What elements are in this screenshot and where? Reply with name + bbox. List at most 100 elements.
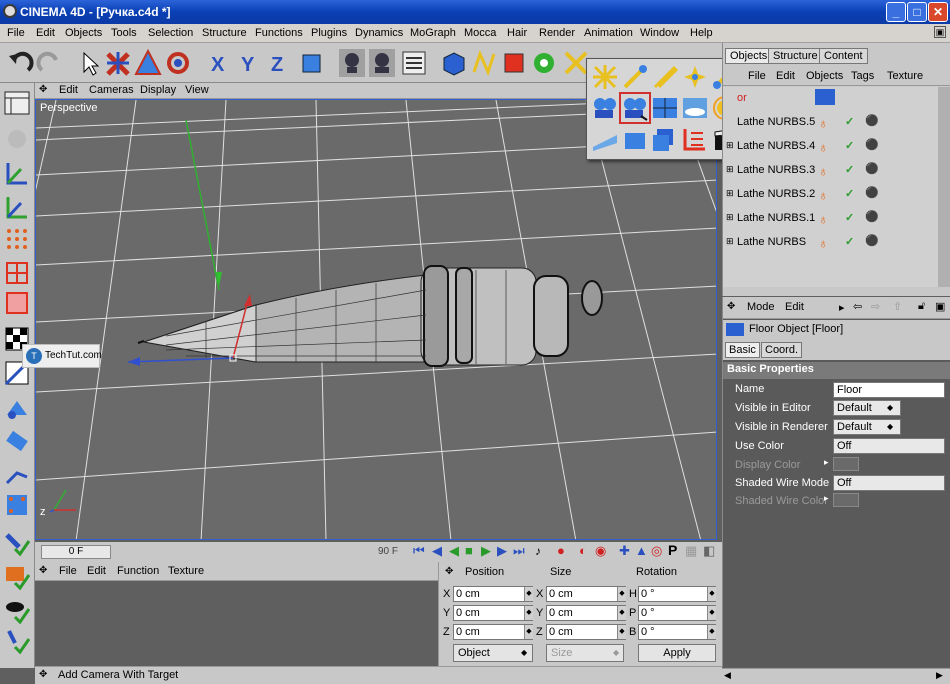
scale-key-icon[interactable]: ▲ [635,543,648,558]
material-menu-edit[interactable]: Edit [87,565,106,577]
sky-icon[interactable] [681,94,709,122]
tab-content[interactable]: Content [819,48,868,64]
size-x-spinner[interactable]: ◆ [617,587,626,601]
pos-y-field[interactable]: 0 cm [453,605,533,621]
target-camera-icon[interactable] [619,92,651,124]
pla-key-icon[interactable]: ▦ [685,543,697,559]
object-axis-icon[interactable] [3,159,31,187]
expand-icon[interactable]: ⊞ [726,140,734,151]
background-icon[interactable] [651,125,679,153]
undo-icon[interactable] [6,48,34,78]
obj-menu-objects[interactable]: Objects [806,70,843,82]
name-field[interactable]: Floor [833,382,945,398]
attribute-horizontal-scrollbar[interactable]: ◀ ▶ [722,668,950,684]
minimize-button[interactable]: _ [886,2,906,22]
position-key-icon[interactable]: ✚ [619,543,630,559]
menu-help[interactable]: Help [690,27,713,39]
play-reverse-icon[interactable]: ◀ [449,543,459,559]
next-key-icon[interactable]: ▶ [497,543,507,559]
timeline-settings-icon[interactable]: ◧ [703,543,715,559]
menu-plugins[interactable]: Plugins [311,27,347,39]
stop-icon[interactable]: ■ [465,543,473,558]
nurbs-icon[interactable] [500,48,528,78]
shaded-wire-color-swatch[interactable] [833,493,859,507]
play-icon[interactable]: ▶ [481,543,491,559]
list-item[interactable]: ⊞ Lathe NURBS.4 ♁ ✓ ⚫ [723,135,938,159]
attr-menu-edit[interactable]: Edit [785,301,804,313]
texture-axis-icon[interactable] [3,193,31,221]
obj-menu-texture[interactable]: Texture [887,70,923,82]
move-icon[interactable] [104,48,132,78]
phong-tag-icon[interactable]: ⚫ [865,210,879,223]
goto-end-icon[interactable]: ⏭ [513,543,525,559]
restore-doc-icon[interactable]: ▣ [934,26,946,38]
record-icon[interactable]: ● [557,543,565,558]
list-item[interactable]: ⊞ Lathe NURBS.2 ♁ ✓ ⚫ [723,183,938,207]
spot-light-icon[interactable] [621,63,649,91]
phong-tag-icon[interactable]: ⚫ [865,138,879,151]
menu-mograph[interactable]: MoGraph [410,27,456,39]
list-item[interactable]: ⊞ Lathe NURBS.3 ♁ ✓ ⚫ [723,159,938,183]
keyframe-sel-icon[interactable]: ◉ [595,543,606,559]
obj-menu-file[interactable]: File [748,70,766,82]
shaded-wire-mode-select[interactable]: Off [833,475,945,491]
animation-mode-icon[interactable] [3,395,31,423]
render-view-icon[interactable] [338,48,366,78]
coord-nav-icon[interactable]: ✥ [445,566,453,577]
new-window-icon[interactable]: ▣ [935,300,945,313]
menu-selection[interactable]: Selection [148,27,193,39]
size-z-spinner[interactable]: ◆ [617,625,626,639]
enabled-check-icon[interactable]: ✓ [845,235,854,248]
back-icon[interactable]: ⇦ [853,300,862,313]
viewport-menu-cameras[interactable]: Cameras [89,84,134,96]
material-menu-texture[interactable]: Texture [168,565,204,577]
rot-h-spinner[interactable]: ◆ [707,587,716,601]
brush-check-icon[interactable] [3,563,31,591]
menu-hair[interactable]: Hair [507,27,527,39]
expand-icon[interactable]: ⊞ [726,188,734,199]
maximize-button[interactable]: □ [907,2,927,22]
y-axis-icon[interactable]: Y [236,48,264,78]
viewport-menu-view[interactable]: View [185,84,209,96]
x-axis-handle-tip[interactable] [244,294,252,306]
size-y-field[interactable]: 0 cm [546,605,626,621]
obj-menu-edit[interactable]: Edit [776,70,795,82]
x-axis-icon[interactable]: X [206,48,234,78]
menu-mocca[interactable]: Mocca [464,27,496,39]
scroll-right-icon[interactable]: ▶ [936,670,943,681]
phong-tag-icon[interactable]: ⚫ [865,186,879,199]
size-x-field[interactable]: 0 cm [546,586,626,602]
menu-edit[interactable]: Edit [36,27,55,39]
rot-b-spinner[interactable]: ◆ [707,625,716,639]
rot-p-field[interactable]: 0 ° [638,605,716,621]
lock-icon[interactable]: 🔓︎ [918,300,925,313]
enabled-check-icon[interactable]: ✓ [845,211,854,224]
coordinate-system-icon[interactable] [298,48,326,78]
enabled-check-icon[interactable]: ✓ [845,163,854,176]
menu-window[interactable]: Window [640,27,679,39]
autokey-icon[interactable]: ◐ [579,543,587,558]
pos-x-field[interactable]: 0 cm [453,586,533,602]
y-axis-handle[interactable] [185,119,220,291]
material-menu-file[interactable]: File [59,565,77,577]
list-item[interactable]: ⊞ Lathe NURBS ♁ ✓ ⚫ [723,231,938,255]
sound-icon[interactable]: ♪ [535,544,541,558]
material-nav-icon[interactable]: ✥ [39,565,47,576]
cube-object-icon[interactable] [440,48,468,78]
current-frame-field[interactable]: 0 F [41,545,111,559]
menu-objects[interactable]: Objects [65,27,102,39]
list-item[interactable]: ⊞ Lathe NURBS.1 ♁ ✓ ⚫ [723,207,938,231]
array-icon[interactable] [530,48,558,78]
timeline[interactable]: 0 F 90 F ⏮ ◀ ◀ ■ ▶ ▶ ⏭ ♪ ● ◐ ◉ ✚ ▲ ◎ P ▦… [35,542,722,562]
menu-render[interactable]: Render [539,27,575,39]
menu-structure[interactable]: Structure [202,27,247,39]
display-color-swatch[interactable] [833,457,859,471]
forward-icon[interactable]: ⇨ [871,300,880,313]
expand-icon[interactable]: ⊞ [726,164,734,175]
enabled-check-icon[interactable]: ✓ [845,187,854,200]
joint-tool-icon[interactable] [3,459,31,487]
rotate-icon[interactable] [164,48,192,78]
viewport-menu-display[interactable]: Display [140,84,176,96]
edges-mode-icon[interactable] [3,259,31,287]
menu-file[interactable]: File [7,27,25,39]
